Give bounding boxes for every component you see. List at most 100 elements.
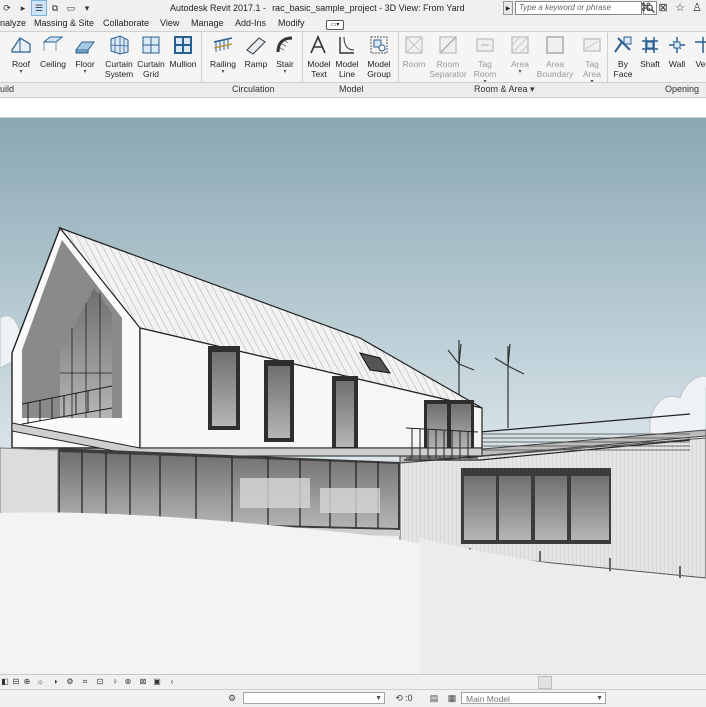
model-text-label: Model (307, 59, 331, 69)
chevron-down-icon: ▼ (596, 695, 603, 702)
detail-level-icon[interactable]: ⊟ (11, 677, 21, 687)
worksets-icon[interactable]: ⚙ (226, 693, 238, 704)
search-input[interactable]: Type a keyword or phrase (515, 1, 642, 15)
model-line-label2: Line (338, 69, 356, 79)
tag-area-label: Tag (585, 59, 599, 69)
stair-dropdown-icon[interactable]: ▾ (272, 69, 298, 75)
stair-button[interactable]: Stair ▾ (272, 34, 298, 75)
subscription-icon[interactable]: ⌘ (640, 2, 652, 14)
panel-label-circulation[interactable]: Circulation (232, 84, 275, 94)
ramp-label: Ramp (244, 59, 268, 69)
mullion-button[interactable]: Mullion (167, 34, 199, 69)
favorites-star-icon[interactable]: ☆ (674, 2, 686, 14)
vertical-opening-icon (695, 37, 706, 53)
tab-analyze[interactable]: nalyze (0, 18, 26, 28)
tab-add-ins[interactable]: Add-Ins (235, 18, 266, 28)
area-boundary-label: Area (546, 59, 564, 69)
customize-toolbar-icon[interactable]: ▾ (80, 1, 94, 15)
stair-icon (276, 36, 293, 53)
undo-dropdown-icon[interactable]: ▸ (16, 1, 30, 15)
room-button[interactable]: Room (401, 34, 427, 69)
model-line-button[interactable]: Model Line (334, 34, 360, 79)
railing-button[interactable]: Railing ▾ (208, 34, 238, 75)
model-group-icon (370, 36, 388, 54)
model-text-button[interactable]: Model Text (306, 34, 332, 79)
tag-area-button[interactable]: Tag Area ▾ (578, 34, 606, 85)
shaft-icon (642, 37, 658, 53)
ribbon-minimize-icon[interactable]: ▭▾ (326, 20, 344, 30)
roof-icon (11, 37, 31, 53)
tab-massing-site[interactable]: Massing & Site (34, 18, 94, 28)
sync-icon[interactable]: ⟳ (0, 1, 14, 15)
scale-icon[interactable]: ◧ (0, 677, 10, 687)
tag-room-button[interactable]: Tag Room ▾ (471, 34, 499, 85)
room-separator-label: Room (436, 59, 460, 69)
panel-label-opening[interactable]: Opening (665, 84, 699, 94)
model-group-button[interactable]: Model Group (364, 34, 394, 79)
editable-only-icon[interactable]: ⟲ (393, 693, 405, 704)
vertical-opening-button[interactable]: Vert (691, 34, 706, 69)
area-boundary-button[interactable]: Area Boundary (536, 34, 574, 79)
exchange-icon[interactable]: ⊠ (657, 2, 669, 14)
room-separator-button[interactable]: Room Separator (429, 34, 467, 79)
area-button[interactable]: Area ▾ (506, 34, 534, 75)
railing-dropdown-icon[interactable]: ▾ (208, 69, 238, 75)
roof-button[interactable]: Roof ▾ (8, 34, 34, 75)
user-account-icon[interactable]: ♙ (691, 2, 703, 14)
area-icon (511, 36, 529, 54)
room-label: Room (402, 59, 426, 69)
roof-dropdown-icon[interactable]: ▾ (8, 69, 34, 75)
thin-lines-icon[interactable]: ☰ (31, 0, 47, 16)
panel-label-model[interactable]: Model (339, 84, 364, 94)
shadows-icon[interactable]: ◑ (50, 677, 60, 687)
area-boundary-label2: Boundary (536, 69, 574, 79)
area-dropdown-icon[interactable]: ▾ (506, 69, 534, 75)
temporary-hide-icon[interactable]: ⊗ (123, 677, 133, 687)
panel-label-room-area[interactable]: Room & Area ▾ (474, 84, 535, 95)
ceiling-button[interactable]: Ceiling (38, 34, 68, 69)
wall-opening-button[interactable]: Wall (665, 34, 689, 69)
tab-collaborate[interactable]: Collaborate (103, 18, 149, 28)
design-option-select[interactable]: Main Model ▼ (461, 692, 606, 704)
curtain-grid-icon (142, 36, 160, 54)
panel-expand-icon[interactable]: ▾ (530, 84, 535, 94)
curtain-system-button[interactable]: Curtain System (103, 34, 135, 79)
floor-button[interactable]: Floor ▾ (72, 34, 98, 75)
show-crop-icon[interactable]: ⊡ (95, 677, 105, 687)
switch-windows-icon[interactable]: ▭ (64, 1, 78, 15)
workset-select[interactable]: ▼ (243, 692, 385, 704)
close-hidden-windows-icon[interactable]: ⧉ (48, 1, 62, 15)
main-model-icon[interactable]: ▦ (446, 693, 458, 704)
collapse-search-icon[interactable]: ▶ (503, 1, 513, 15)
design-options-icon[interactable]: ▤ (428, 693, 440, 704)
model-line-icon (339, 36, 355, 54)
ramp-button[interactable]: Ramp (243, 34, 269, 69)
3d-viewport[interactable] (0, 118, 706, 674)
view-control-bar: ◧ ⊟ ⊕ ☼ ◑ ⚙ ⌗ ⊡ ♀ ⊗ ⊠ ▣ ‹ (0, 674, 706, 689)
render-icon[interactable]: ⚙ (65, 677, 75, 687)
tab-view[interactable]: View (160, 18, 179, 28)
visual-style-icon[interactable]: ⊕ (22, 677, 32, 687)
model-text-icon (310, 35, 326, 54)
floor-icon (75, 41, 95, 54)
ribbon: Roof ▾ Ceiling Floor ▾ Curtain System Cu… (0, 32, 706, 98)
terrain-front (0, 512, 430, 674)
tab-modify[interactable]: Modify (278, 18, 305, 28)
crop-view-icon[interactable]: ⌗ (80, 677, 90, 687)
railing-icon (213, 37, 233, 52)
curtain-grid-button[interactable]: Curtain Grid (136, 34, 166, 79)
railing-label: Railing (210, 59, 236, 69)
horizontal-scrollbar-thumb[interactable] (538, 676, 552, 689)
sun-path-icon[interactable]: ☼ (35, 677, 45, 687)
shaft-button[interactable]: Shaft (637, 34, 663, 69)
floor-dropdown-icon[interactable]: ▾ (72, 69, 98, 75)
panel-label-build[interactable]: uild (0, 84, 14, 94)
curtain-system-label2: System (104, 69, 134, 79)
analytical-model-icon[interactable]: ▣ (152, 677, 162, 687)
unlocked-3d-icon[interactable]: ♀ (110, 677, 120, 687)
reveal-hidden-icon[interactable]: ⊠ (138, 677, 148, 687)
tab-manage[interactable]: Manage (191, 18, 224, 28)
curtain-grid-label2: Grid (142, 69, 160, 79)
collapse-arrow-icon[interactable]: ‹ (167, 677, 177, 687)
opening-by-face-button[interactable]: By Face (611, 34, 635, 79)
